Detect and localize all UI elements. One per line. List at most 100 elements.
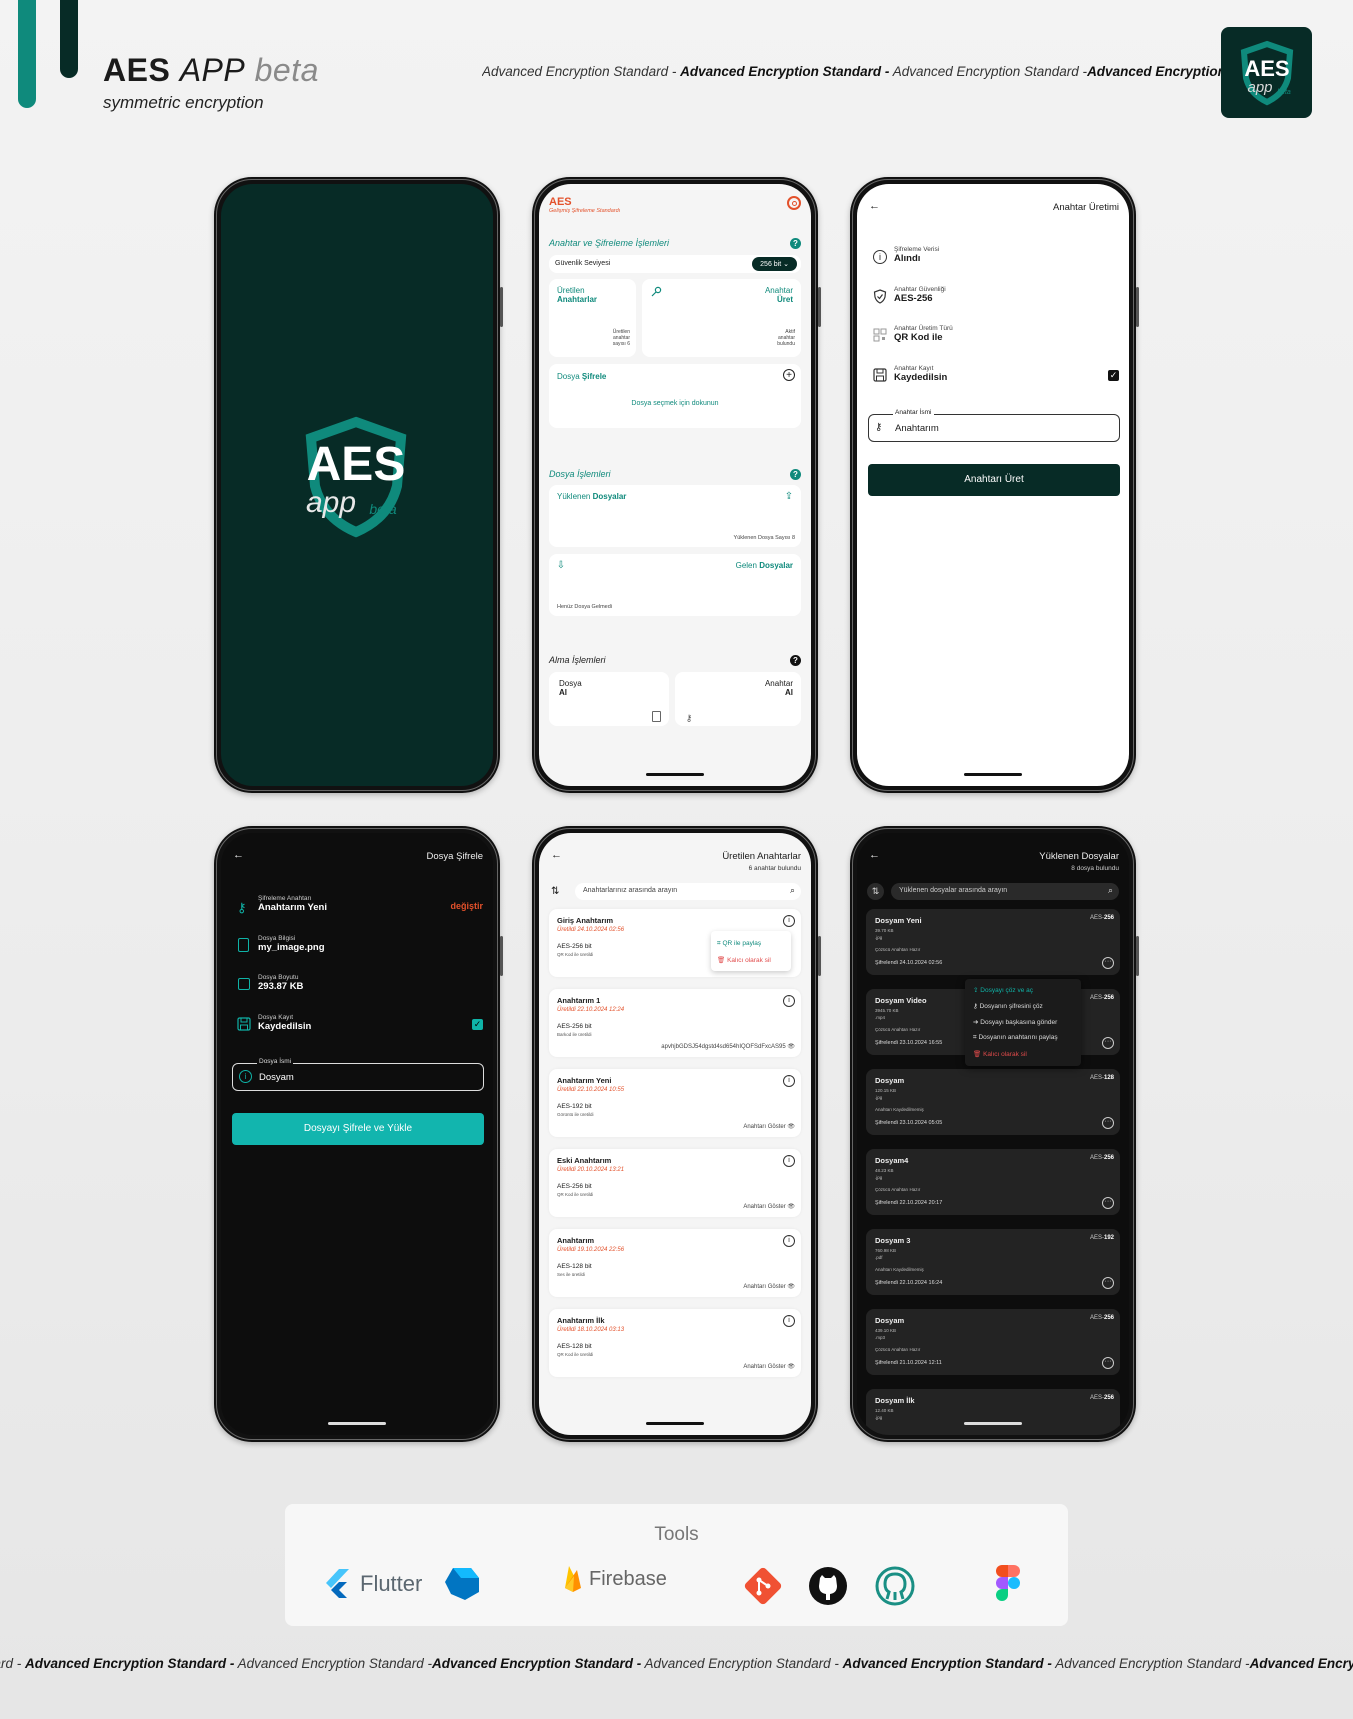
file-size-icon — [238, 978, 250, 990]
show-key-link[interactable]: Anahtarı Göster 👁 — [743, 1203, 795, 1210]
key-name: Giriş Anahtarım — [557, 916, 613, 925]
generate-key-card[interactable]: Anahtar Üret Aktif anahtar bulundu — [642, 279, 801, 357]
splash-app-text: app — [306, 486, 356, 519]
key-method: Ses ile üretildi — [557, 1272, 586, 1277]
phone-keygen: ← Anahtar Üretimi i Şifreleme Verisi Alın… — [850, 177, 1139, 793]
dart-icon — [445, 1568, 479, 1600]
menu-send[interactable]: ➔ Dosyayı başkasına gönder — [973, 1018, 1057, 1026]
key-card[interactable]: Anahtarım İlk Üretildi 18.10.2024 03:13 AE… — [549, 1309, 801, 1377]
shield-check-icon — [873, 289, 887, 309]
back-arrow-icon[interactable]: ← — [869, 849, 880, 861]
files-search[interactable]: Yüklenen dosyalar arasında arayın ⌕ — [891, 883, 1119, 900]
file-ext: .mp4 — [875, 1015, 886, 1020]
sort-icon[interactable]: ⇅ — [551, 886, 559, 897]
more-icon[interactable]: ··· — [1102, 1197, 1114, 1209]
page-title: Anahtar Üretimi — [1053, 202, 1119, 213]
more-icon[interactable]: ··· — [1102, 1037, 1114, 1049]
save-checkbox[interactable]: ✓ — [472, 1019, 483, 1030]
key-card[interactable]: Anahtarım Üretildi 19.10.2024 22:56 AES-12… — [549, 1229, 801, 1297]
file-status: Çözücü Anahtarı Hazır — [875, 1027, 921, 1032]
download-icon: ⇩ — [556, 559, 566, 571]
file-aes-badge: AES-256 — [1089, 1315, 1114, 1321]
file-card[interactable]: Dosyam AES-128 120.15 KB .jpg Anahtarı Kayde… — [866, 1069, 1120, 1135]
info-icon[interactable]: i — [783, 995, 795, 1007]
home-indicator — [328, 1422, 386, 1425]
uploaded-files-card[interactable]: Yüklenen Dosyalar ⇪ Yüklenen Dosya Sayıs… — [549, 485, 801, 547]
save-checkbox[interactable]: ✓ — [1108, 370, 1119, 381]
key-icon: ⚷ — [237, 900, 247, 915]
key-card[interactable]: Anahtarım 1 Üretildi 22.10.2024 12:24 AES-… — [549, 989, 801, 1057]
section-files-title: Dosya İşlemleri — [549, 469, 611, 479]
key-date: Üretildi 24.10.2024 02:56 — [557, 927, 625, 933]
file-size: 12.40 KB — [875, 1408, 894, 1413]
menu-share-key[interactable]: ⌗ Dosyanın anahtarını paylaş — [973, 1034, 1058, 1042]
encrypt-file-hint: Dosya seçmek için dokunun — [631, 400, 719, 407]
file-card[interactable]: Dosyam 3 AES-192 760.98 KB .pdf Anahtarı Kay… — [866, 1229, 1120, 1295]
more-icon[interactable]: ··· — [1102, 1117, 1114, 1129]
menu-decrypt[interactable]: ⚷ Dosyanın şifresini çöz — [973, 1002, 1043, 1010]
more-icon[interactable]: ··· — [1102, 1357, 1114, 1369]
back-arrow-icon[interactable]: ← — [233, 849, 244, 861]
info-icon[interactable]: i — [783, 1155, 795, 1167]
delete-key-item[interactable]: 🗑 Kalıcı olarak sil — [717, 956, 771, 964]
file-status: Çözücü Anahtarı Hazır — [875, 1187, 921, 1192]
incoming-files-card[interactable]: ⇩ Gelen Dosyalar Henüz Dosya Gelmedi — [549, 554, 801, 616]
file-card[interactable]: Dosyam Yeni AES-256 39.70 KB .jpg Çözücü Ana… — [866, 909, 1120, 975]
show-key-link[interactable]: Anahtarı Göster 👁 — [743, 1363, 795, 1370]
info-icon[interactable]: i — [783, 1315, 795, 1327]
receive-file-title-bold: Al — [559, 688, 567, 697]
sort-icon[interactable]: ⇅ — [867, 883, 884, 900]
phone-splash: AES app beta — [214, 177, 503, 793]
receive-key-card[interactable]: Anahtar Al ⚷ — [675, 672, 801, 726]
show-key-link[interactable]: Anahtarı Göster 👁 — [743, 1283, 795, 1290]
key-card[interactable]: Anahtarım Yeni Üretildi 22.10.2024 10:55 A… — [549, 1069, 801, 1137]
add-icon[interactable]: + — [783, 369, 795, 381]
produced-keys-card[interactable]: Üretilen Anahtarlar Üretilen anahtar say… — [549, 279, 636, 357]
info-icon[interactable]: i — [783, 915, 795, 927]
back-arrow-icon[interactable]: ← — [551, 849, 562, 861]
security-dropdown[interactable]: 256 bit ⌄ — [752, 257, 797, 271]
security-level-row[interactable]: Güvenlik Seviyesi 256 bit ⌄ — [549, 255, 801, 273]
help-icon[interactable]: ? — [790, 469, 801, 480]
file-size: 760.98 KB — [875, 1248, 897, 1253]
info-icon[interactable]: i — [783, 1075, 795, 1087]
file-card[interactable]: Dosyam İlk AES-256 12.40 KB .jpg — [866, 1389, 1120, 1435]
help-icon[interactable]: ? — [790, 238, 801, 249]
back-arrow-icon[interactable]: ← — [869, 200, 880, 212]
keys-search-input[interactable]: Anahtarlarınız arasında arayın — [583, 887, 677, 894]
key-name-field[interactable]: Anahtar İsmi ⚷ Anahtarım — [868, 409, 1120, 442]
more-icon[interactable]: ··· — [1102, 1277, 1114, 1289]
file-card[interactable]: Dosyam AES-256 439.10 KB .mp3 Çözücü Anahtar… — [866, 1309, 1120, 1375]
file-name-field[interactable]: Dosya İsmi i Dosyam — [232, 1058, 484, 1091]
file-card[interactable]: Dosyam4 AES-256 48.23 KB .jpg Çözücü Anahtar… — [866, 1149, 1120, 1215]
receive-file-card[interactable]: Dosya Al — [549, 672, 669, 726]
show-key-link[interactable]: apvhjbGDSJ54dgstd4sd654hIQOFSdFxcAS95 👁 — [661, 1043, 795, 1050]
files-search-input[interactable]: Yüklenen dosyalar arasında arayın — [899, 887, 1007, 894]
encrypt-file-card[interactable]: Dosya Şifrele + Dosya seçmek için dokunu… — [549, 364, 801, 428]
file-status: Çözücü Anahtarı Hazır — [875, 1347, 921, 1352]
page-title: Yüklenen Dosyalar — [1039, 851, 1119, 862]
key-card[interactable]: Eski Anahtarım Üretildi 20.10.2024 13:21 A… — [549, 1149, 801, 1217]
key-bits: AES-256 bit — [557, 943, 592, 950]
share-qr-item[interactable]: ⌗ QR ile paylaş — [717, 940, 761, 948]
encrypt-upload-button[interactable]: Dosyayı Şifrele ve Yükle — [232, 1113, 484, 1145]
key-bits: AES-192 bit — [557, 1103, 592, 1110]
key-name: Anahtarım — [557, 1236, 595, 1245]
qr-code-icon — [873, 328, 887, 347]
info-icon[interactable]: i — [783, 1235, 795, 1247]
splash-aes-text: AES — [307, 438, 406, 491]
key-bits: AES-256 bit — [557, 1023, 592, 1030]
gear-icon[interactable] — [787, 196, 801, 210]
menu-delete[interactable]: 🗑 Kalıcı olarak sil — [973, 1050, 1027, 1058]
menu-decrypt-open[interactable]: ⇪ Dosyayı çöz ve aç — [973, 986, 1033, 994]
generate-key-button[interactable]: Anahtarı Üret — [868, 464, 1120, 496]
show-key-link[interactable]: Anahtarı Göster 👁 — [743, 1123, 795, 1130]
encrypt-item-size: Dosya Boyutu 293.87 KB — [258, 974, 304, 992]
keys-search[interactable]: Anahtarlarınız arasında arayın ⌕ — [575, 883, 801, 900]
file-ext: .pdf — [875, 1255, 883, 1260]
help-icon[interactable]: ? — [790, 655, 801, 666]
app-logo: AES app beta — [1221, 27, 1312, 118]
change-key-link[interactable]: değiştir — [450, 901, 483, 911]
key-name: Anahtarım İlk — [557, 1316, 605, 1325]
more-icon[interactable]: ··· — [1102, 957, 1114, 969]
